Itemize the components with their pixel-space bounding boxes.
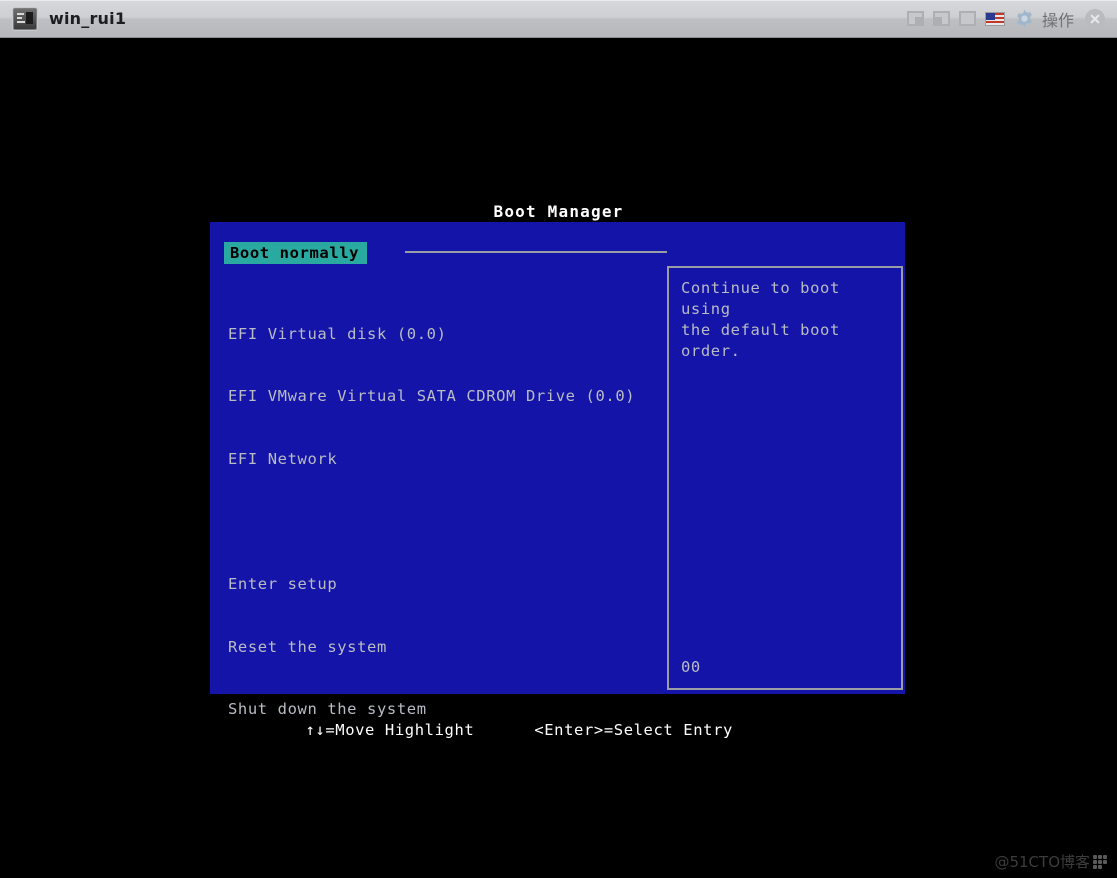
footer-key-hints: ↑↓=Move Highlight <Enter>=Select Entry bbox=[210, 699, 905, 761]
action-menu-label[interactable]: 操作 bbox=[1042, 7, 1074, 31]
vm-console-screen[interactable]: Boot Manager Boot normally EFI Virtual d… bbox=[0, 38, 1117, 878]
watermark-logo-icon bbox=[1093, 854, 1107, 869]
hint-select-entry: <Enter>=Select Entry bbox=[534, 720, 733, 739]
vm-console-window: win_rui1 操作 Boot Manager Boot normally E… bbox=[0, 0, 1117, 878]
menu-group-gap bbox=[228, 511, 635, 532]
hint-move-highlight: ↑↓=Move Highlight bbox=[305, 720, 475, 739]
boot-menu-column: Boot normally EFI Virtual disk (0.0) EFI… bbox=[210, 222, 667, 718]
minimize-icon[interactable] bbox=[932, 11, 950, 26]
maximize-icon[interactable] bbox=[958, 11, 976, 26]
help-panel: Continue to boot using the default boot … bbox=[667, 266, 903, 690]
us-flag-icon[interactable] bbox=[984, 11, 1005, 26]
close-icon[interactable] bbox=[1085, 8, 1105, 29]
titlebar-right-group: 操作 bbox=[906, 7, 1117, 31]
boot-manager-panel: Boot normally EFI Virtual disk (0.0) EFI… bbox=[210, 222, 905, 718]
boot-menu-list: EFI Virtual disk (0.0) EFI VMware Virtua… bbox=[228, 282, 635, 762]
boot-menu-item-selected[interactable]: Boot normally bbox=[224, 242, 368, 264]
restore-down-icon[interactable] bbox=[906, 11, 924, 26]
titlebar-left-group: win_rui1 bbox=[0, 7, 127, 30]
watermark: @51CTO博客 bbox=[994, 851, 1107, 872]
window-title: win_rui1 bbox=[49, 9, 127, 28]
watermark-text: @51CTO博客 bbox=[994, 853, 1090, 871]
gear-icon[interactable] bbox=[1014, 8, 1035, 29]
help-text: Continue to boot using the default boot … bbox=[681, 279, 840, 360]
menu-separator-line bbox=[405, 251, 667, 253]
boot-menu-item-reset-system[interactable]: Reset the system bbox=[228, 637, 635, 658]
boot-menu-item-efi-cdrom[interactable]: EFI VMware Virtual SATA CDROM Drive (0.0… bbox=[228, 386, 635, 407]
boot-menu-item-efi-virtual-disk[interactable]: EFI Virtual disk (0.0) bbox=[228, 324, 635, 345]
page-title: Boot Manager bbox=[493, 202, 624, 221]
uefi-boot-manager: Boot Manager Boot normally EFI Virtual d… bbox=[0, 38, 1117, 878]
boot-menu-item-efi-network[interactable]: EFI Network bbox=[228, 449, 635, 470]
window-titlebar: win_rui1 操作 bbox=[0, 0, 1117, 38]
boot-menu-item-enter-setup[interactable]: Enter setup bbox=[228, 574, 635, 595]
help-status-code: 00 bbox=[681, 658, 701, 677]
terminal-icon bbox=[13, 7, 37, 30]
